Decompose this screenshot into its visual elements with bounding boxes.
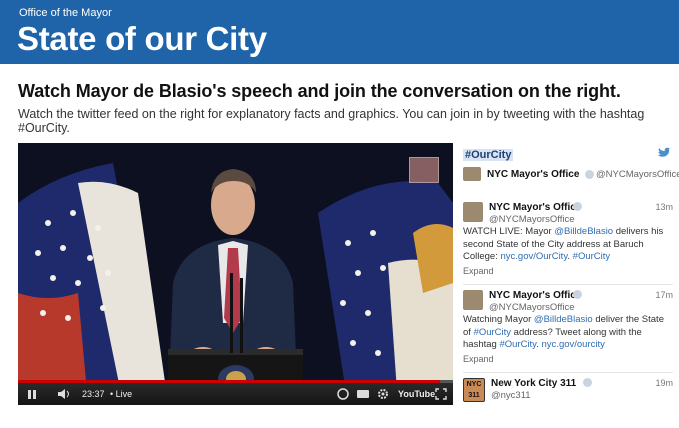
- captions-icon: [337, 388, 349, 400]
- settings-button[interactable]: [376, 383, 390, 405]
- play-pause-icon: [28, 390, 36, 399]
- owner-avatar: [463, 167, 481, 181]
- office-label: Office of the Mayor: [19, 7, 112, 19]
- owner-name[interactable]: NYC Mayor's Office: [487, 169, 579, 180]
- tweet-handle[interactable]: @NYCMayorsOffice: [489, 214, 575, 225]
- play-pause-button[interactable]: [26, 383, 38, 405]
- tweet[interactable]: NYC Mayor's Office @NYCMayorsOffice 13m …: [463, 202, 673, 282]
- tweet-hashtag[interactable]: #OurCity: [573, 251, 610, 262]
- tweet-handle[interactable]: @nyc311: [491, 390, 531, 401]
- volume-button[interactable]: [56, 383, 72, 405]
- header-banner: Office of the Mayor State of our City: [0, 0, 679, 64]
- divider: [463, 372, 673, 373]
- tweet-avatar: [463, 202, 483, 222]
- volume-icon: [58, 389, 69, 399]
- tweet-time[interactable]: 19m: [655, 378, 673, 388]
- captions-button[interactable]: [336, 383, 350, 405]
- verified-icon: [573, 202, 582, 211]
- video-controls: 23:37 • Live YouTube: [18, 380, 453, 405]
- expand-link[interactable]: Expand: [463, 266, 494, 276]
- tweet-text: WATCH LIVE: Mayor @BilldeBlasio delivers…: [463, 226, 664, 262]
- fullscreen-icon: [435, 388, 447, 400]
- tweet-author[interactable]: NYC Mayor's Office: [489, 290, 581, 301]
- tweet-link[interactable]: nyc.gov/ourcity: [542, 339, 605, 350]
- tweet[interactable]: NYC 311 New York City 311 @nyc311 19m: [463, 378, 673, 408]
- youtube-logo[interactable]: YouTube: [398, 383, 435, 405]
- tweet[interactable]: NYC Mayor's Office @NYCMayorsOffice 17m …: [463, 290, 673, 370]
- tweet-avatar: [463, 290, 483, 310]
- divider: [463, 284, 673, 285]
- tweet-hashtag[interactable]: #OurCity: [499, 339, 536, 350]
- tweet-author[interactable]: New York City 311: [491, 378, 576, 389]
- intro-subline: Watch the twitter feed on the right for …: [18, 107, 645, 135]
- expand-link[interactable]: Expand: [463, 354, 494, 364]
- twitter-bird-icon[interactable]: [657, 147, 671, 159]
- video-frame: [18, 143, 453, 405]
- video-player[interactable]: 23:37 • Live YouTube: [18, 143, 453, 405]
- tweet-time[interactable]: 17m: [655, 290, 673, 300]
- tweet-author[interactable]: NYC Mayor's Office: [489, 202, 581, 213]
- verified-icon: [585, 170, 594, 179]
- live-indicator: • Live: [110, 389, 133, 399]
- verified-icon: [583, 378, 592, 387]
- fullscreen-button[interactable]: [434, 383, 448, 405]
- tweet-text: Watching Mayor @BilldeBlasio deliver the…: [463, 314, 664, 350]
- tweet-handle[interactable]: @NYCMayorsOffice: [489, 302, 575, 313]
- tweet-hashtag[interactable]: #OurCity: [474, 327, 511, 338]
- tweet-mention[interactable]: @BilldeBlasio: [554, 226, 613, 237]
- settings-icon: [378, 389, 388, 399]
- tweet-time[interactable]: 13m: [655, 202, 673, 212]
- page-title: State of our City: [17, 20, 267, 57]
- video-time: 23:37: [82, 389, 105, 399]
- cc-icon: [357, 390, 369, 398]
- tweet-mention[interactable]: @BilldeBlasio: [534, 314, 593, 325]
- verified-icon: [573, 290, 582, 299]
- tweet-link[interactable]: nyc.gov/OurCity: [501, 251, 568, 262]
- broadcast-logo-icon: [409, 157, 439, 183]
- feed-owner[interactable]: NYC Mayor's Office @NYCMayorsOffice: [463, 167, 679, 185]
- intro-headline: Watch Mayor de Blasio's speech and join …: [18, 81, 621, 101]
- cc-button[interactable]: [356, 383, 370, 405]
- feed-hashtag[interactable]: #OurCity: [463, 149, 514, 161]
- twitter-feed: #OurCity NYC Mayor's Office @NYCMayorsOf…: [463, 143, 679, 413]
- nyc311-avatar: NYC 311: [463, 378, 485, 402]
- owner-handle[interactable]: @NYCMayorsOffice: [596, 169, 679, 180]
